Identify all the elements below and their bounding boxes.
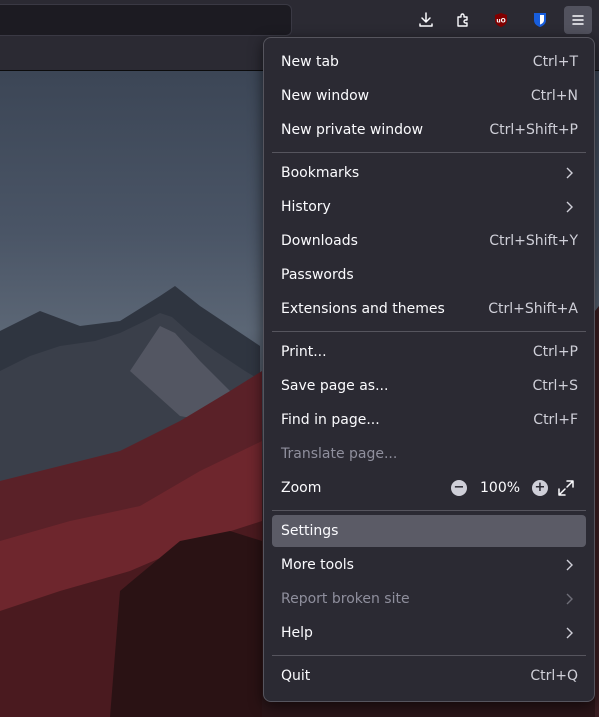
downloads-button[interactable]: [412, 6, 440, 34]
fullscreen-icon[interactable]: [557, 479, 575, 497]
chevron-right-icon: [566, 201, 573, 213]
menu-item-print[interactable]: Print... Ctrl+P: [272, 336, 586, 368]
menu-item-shortcut: Ctrl+Shift+A: [488, 301, 578, 317]
menu-item-label: Downloads: [281, 233, 358, 249]
zoom-in-button[interactable]: +: [532, 480, 548, 496]
url-bar[interactable]: [0, 4, 292, 36]
chevron-right-icon: [566, 627, 573, 639]
zoom-in-icon: +: [534, 480, 546, 495]
menu-separator: [272, 510, 586, 511]
chevron-right-icon: [566, 593, 573, 605]
menu-item-new-tab[interactable]: New tab Ctrl+T: [272, 46, 586, 78]
menu-item-label: New private window: [281, 122, 424, 138]
chevron-right-icon: [566, 167, 573, 179]
menu-item-label: History: [281, 199, 331, 215]
menu-separator: [272, 152, 586, 153]
menu-item-find-in-page[interactable]: Find in page... Ctrl+F: [272, 404, 586, 436]
menu-item-label: Help: [281, 625, 313, 641]
menu-item-shortcut: Ctrl+F: [533, 412, 578, 428]
ublock-origin-button[interactable]: uO: [487, 6, 515, 34]
extensions-icon: [457, 13, 468, 27]
menu-item-label: Extensions and themes: [281, 301, 445, 317]
menu-separator: [272, 331, 586, 332]
ublock-origin-icon: uO: [495, 13, 507, 27]
app-menu-panel: New tab Ctrl+T New window Ctrl+N New pri…: [263, 37, 595, 702]
menu-item-downloads[interactable]: Downloads Ctrl+Shift+Y: [272, 225, 586, 257]
menu-item-passwords[interactable]: Passwords: [272, 259, 586, 291]
menu-item-shortcut: Ctrl+Shift+P: [489, 122, 578, 138]
menu-item-label: Zoom: [281, 480, 322, 496]
menu-item-shortcut: Ctrl+N: [530, 88, 578, 104]
bitwarden-icon: [534, 13, 546, 27]
menu-item-settings[interactable]: Settings: [272, 515, 586, 547]
menu-item-label: Report broken site: [281, 591, 410, 607]
menu-item-label: Settings: [281, 523, 339, 539]
zoom-out-button[interactable]: −: [451, 480, 467, 496]
menu-item-report-broken-site: Report broken site: [272, 583, 586, 615]
menu-item-label: Quit: [281, 668, 311, 684]
downloads-icon: [419, 12, 433, 27]
menu-separator: [272, 655, 586, 656]
menu-item-new-window[interactable]: New window Ctrl+N: [272, 80, 586, 112]
menu-item-history[interactable]: History: [272, 191, 586, 223]
menu-item-bookmarks[interactable]: Bookmarks: [272, 157, 586, 189]
menu-item-help[interactable]: Help: [272, 617, 586, 649]
menu-item-label: New window: [281, 88, 370, 104]
zoom-out-icon: −: [453, 480, 465, 495]
menu-item-save-page-as[interactable]: Save page as... Ctrl+S: [272, 370, 586, 402]
menu-item-new-private-window[interactable]: New private window Ctrl+Shift+P: [272, 114, 586, 146]
menu-item-shortcut: Ctrl+T: [532, 54, 578, 70]
hamburger-menu-icon: [572, 15, 584, 25]
menu-item-extensions-and-themes[interactable]: Extensions and themes Ctrl+Shift+A: [272, 293, 586, 325]
menu-item-shortcut: Ctrl+S: [532, 378, 578, 394]
menu-item-label: Bookmarks: [281, 165, 360, 181]
bitwarden-button[interactable]: [526, 6, 554, 34]
chevron-right-icon: [566, 559, 573, 571]
browser-toolbar: uO: [0, 0, 599, 37]
svg-text:uO: uO: [496, 18, 505, 25]
menu-item-quit[interactable]: Quit Ctrl+Q: [272, 660, 586, 692]
app-menu-button[interactable]: [564, 6, 592, 34]
menu-item-shortcut: Ctrl+P: [532, 344, 578, 360]
menu-item-label: Translate page...: [281, 446, 398, 462]
menu-item-label: Passwords: [281, 267, 354, 283]
menu-item-shortcut: Ctrl+Shift+Y: [489, 233, 578, 249]
menu-item-zoom: Zoom − 100% +: [272, 472, 586, 504]
menu-item-more-tools[interactable]: More tools: [272, 549, 586, 581]
zoom-level[interactable]: 100%: [480, 472, 520, 504]
menu-item-label: Print...: [281, 344, 327, 360]
menu-item-shortcut: Ctrl+Q: [530, 668, 578, 684]
menu-item-label: New tab: [281, 54, 339, 70]
extensions-button[interactable]: [449, 6, 477, 34]
menu-item-label: More tools: [281, 557, 354, 573]
menu-item-label: Find in page...: [281, 412, 380, 428]
menu-item-translate-page: Translate page...: [272, 438, 586, 470]
menu-item-label: Save page as...: [281, 378, 389, 394]
